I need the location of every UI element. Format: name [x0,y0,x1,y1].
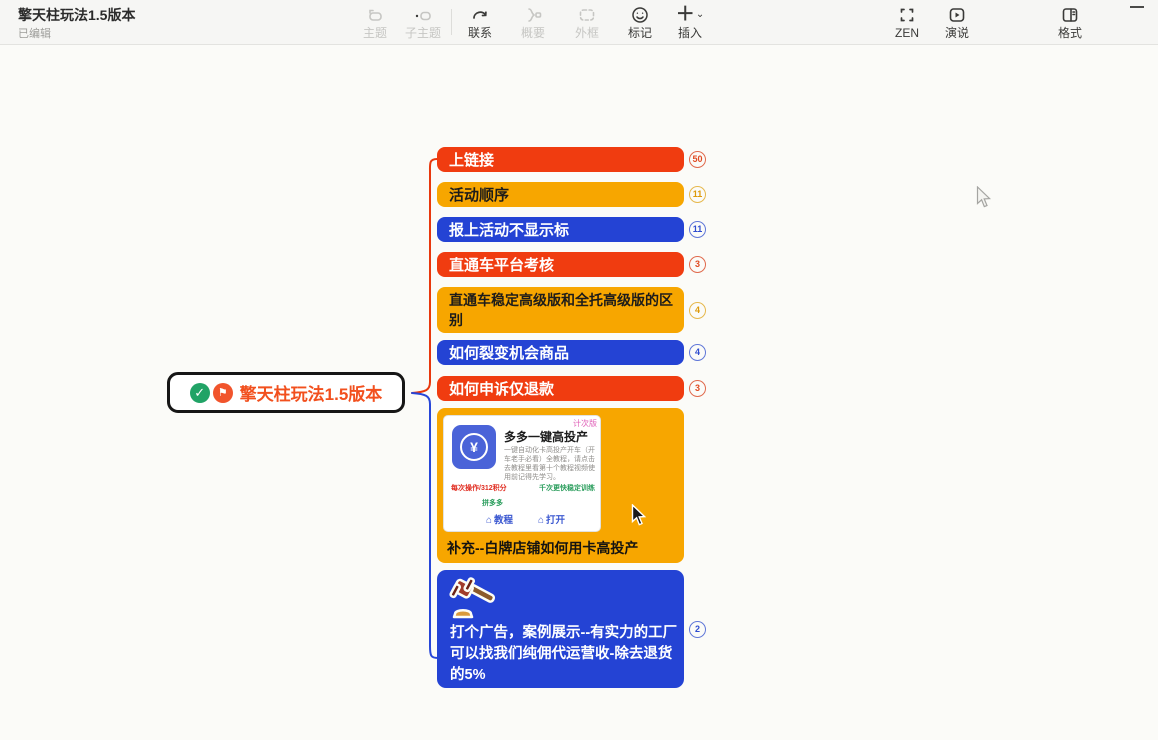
topic-node[interactable]: 上链接 [437,147,684,172]
notes-count-badge[interactable]: 11 [689,221,706,238]
toolbar-divider [451,9,452,35]
toolbar-button-summary[interactable]: 概要 [510,3,556,43]
toolbar-label-topic: 主题 [352,26,398,40]
toolbar-label-summary: 概要 [510,26,556,40]
flag-marker-icon[interactable]: ⚑ [213,383,233,403]
topic-icon [352,3,398,26]
notes-count-badge[interactable]: 4 [689,344,706,361]
topic-node[interactable]: 直通车稳定高级版和全托高级版的区别 [437,287,684,333]
subtopic-icon [400,3,446,26]
mouse-cursor [631,504,649,528]
chevron-down-icon: ⌄ [696,9,704,20]
topic-label: 如何申诉仅退款 [449,378,554,399]
topic-label: 补充--白牌店铺如何用卡高投产 [447,538,638,558]
boundary-icon [564,3,610,26]
presentation-play-icon [934,3,980,26]
insert-plus-icon: ＋⌄ [667,3,713,26]
toolbar-button-zen[interactable]: ZEN [884,3,930,43]
topic-label: 报上活动不显示标 [449,219,569,240]
window-minimize-button[interactable] [1130,6,1144,8]
toolbar-button-topic[interactable]: 主题 [352,3,398,43]
marker-smiley-icon [617,3,663,26]
root-node[interactable]: ✓ ⚑ 擎天柱玩法1.5版本 [167,372,405,413]
app-card-open-link: ⌂打开 [538,512,565,526]
toolbar-label-insert: 插入 [667,26,713,40]
notes-count-badge[interactable]: 4 [689,302,706,319]
topic-label: 直通车稳定高级版和全托高级版的区别 [449,290,674,330]
app-card-cost-text: 每次操作/312积分 [451,483,507,493]
notes-count-badge[interactable]: 3 [689,380,706,397]
topic-label: 上链接 [449,149,494,170]
ghost-cursor [976,186,994,210]
document-status: 已编辑 [18,25,51,41]
gavel-icon [449,576,501,622]
notes-count-badge[interactable]: 11 [689,186,706,203]
toolbar-button-relationship[interactable]: 联系 [457,3,503,43]
app-card-platform: 拼多多 [482,498,503,508]
format-panel-icon [1047,3,1093,26]
toolbar-label-boundary: 外框 [564,26,610,40]
topic-node[interactable]: 直通车平台考核 [437,252,684,277]
topic-label: 打个广告，案例展示--有实力的工厂可以找我们纯佣代运营收-除去退货的5% [450,623,678,686]
summary-icon [510,3,556,26]
zen-mode-icon [884,3,930,26]
toolbar-label-present: 演说 [934,26,980,40]
topic-node-ad[interactable]: 打个广告，案例展示--有实力的工厂可以找我们纯佣代运营收-除去退货的5% [437,570,684,688]
toolbar: 擎天柱玩法1.5版本 已编辑 主题 子主题 联系 [0,0,1158,45]
mindmap-canvas[interactable]: ✓ ⚑ 擎天柱玩法1.5版本 上链接 活动顺序 报上活动不显示标 直通车平台考核… [0,46,1158,740]
toolbar-button-marker[interactable]: 标记 [617,3,663,43]
topic-label: 如何裂变机会商品 [449,342,569,363]
notes-count-badge[interactable]: 3 [689,256,706,273]
topic-node[interactable]: 活动顺序 [437,182,684,207]
topic-node[interactable]: 报上活动不显示标 [437,217,684,242]
topic-node[interactable]: 如何裂变机会商品 [437,340,684,365]
house-icon: ⌂ [486,515,492,526]
relationship-icon [457,3,503,26]
app-card-title: 多多一键高投产 [504,428,588,445]
toolbar-label-marker: 标记 [617,26,663,40]
toolbar-label-relationship: 联系 [457,26,503,40]
topic-node-with-image[interactable]: ¥ 多多一键高投产 计次版 一键自动化卡高投产开车（开车老手必看）全教程，请点击… [437,408,684,563]
document-title: 擎天柱玩法1.5版本 [18,5,135,25]
app-logo-icon: ¥ [452,425,496,469]
app-card-tutorial-link: ⌂教程 [486,512,513,526]
app-card-description: 一键自动化卡高投产开车（开车老手必看）全教程，请点击去教程里看第十个教程视频使用… [504,446,597,482]
topic-label: 活动顺序 [449,184,509,205]
notes-count-badge[interactable]: 50 [689,151,706,168]
toolbar-label-zen: ZEN [884,26,930,40]
toolbar-button-boundary[interactable]: 外框 [564,3,610,43]
house-icon: ⌂ [538,515,544,526]
toolbar-label-format: 格式 [1047,26,1093,40]
toolbar-label-subtopic: 子主题 [400,26,446,40]
toolbar-button-present[interactable]: 演说 [934,3,980,43]
topic-node[interactable]: 如何申诉仅退款 [437,376,684,401]
toolbar-button-insert[interactable]: ＋⌄ 插入 [667,3,713,43]
notes-count-badge[interactable]: 2 [689,621,706,638]
embedded-screenshot-image[interactable]: ¥ 多多一键高投产 计次版 一键自动化卡高投产开车（开车老手必看）全教程，请点击… [443,415,601,532]
check-marker-icon[interactable]: ✓ [190,383,210,403]
toolbar-button-format[interactable]: 格式 [1047,3,1093,43]
app-card-edition-tag: 计次版 [573,418,597,429]
root-node-label: 擎天柱玩法1.5版本 [240,380,383,405]
app-card-note-text: 千次更快稳定训练 [539,483,595,493]
topic-label: 直通车平台考核 [449,254,554,275]
toolbar-button-subtopic[interactable]: 子主题 [400,3,446,43]
